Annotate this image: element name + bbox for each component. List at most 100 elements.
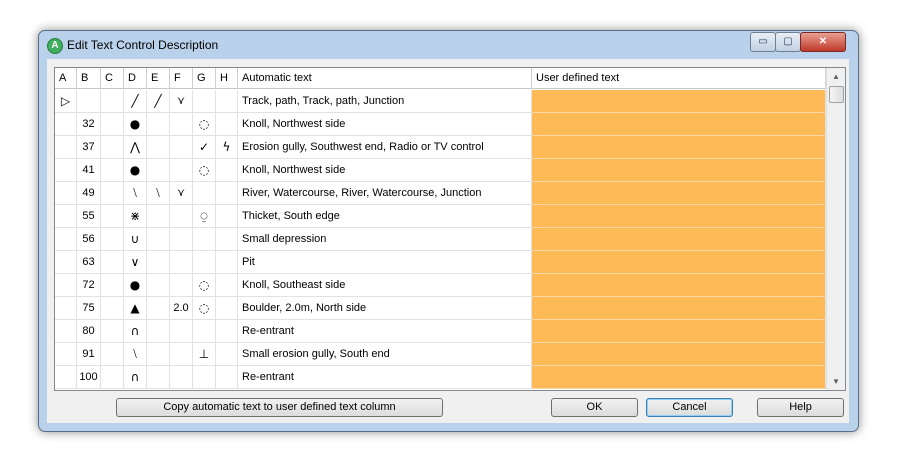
- table-row[interactable]: 37 ⋀ ✓ ϟ Erosion gully, Southwest end, Radio…: [55, 136, 826, 159]
- user-defined-text-cell[interactable]: [532, 366, 826, 389]
- column-h-cell: [216, 274, 238, 297]
- column-h-cell: [216, 90, 238, 113]
- user-defined-text-cell[interactable]: [532, 251, 826, 274]
- column-g-cell: ◌: [193, 297, 216, 320]
- column-c-cell: [101, 343, 124, 366]
- cancel-button[interactable]: Cancel: [646, 398, 733, 417]
- column-d-cell: ⧵: [124, 182, 147, 205]
- minimize-button[interactable]: ▭: [750, 32, 776, 52]
- column-h-cell: [216, 251, 238, 274]
- table-row[interactable]: 100 ∩ Re-entrant: [55, 366, 826, 389]
- table-row[interactable]: 63 ∨ Pit: [55, 251, 826, 274]
- column-header-h[interactable]: H: [216, 68, 238, 89]
- table-row[interactable]: 72 ● ◌ Knoll, Southeast side: [55, 274, 826, 297]
- table-row[interactable]: ▷ ╱ ╱ ⋎ Track, path, Track, path, Junction: [55, 90, 826, 113]
- column-header-c[interactable]: C: [101, 68, 124, 89]
- user-defined-text-cell[interactable]: [532, 182, 826, 205]
- column-h-cell: [216, 182, 238, 205]
- user-defined-text-cell[interactable]: [532, 136, 826, 159]
- column-f-cell: [170, 251, 193, 274]
- user-defined-text-cell[interactable]: [532, 113, 826, 136]
- column-h-cell: [216, 228, 238, 251]
- close-button[interactable]: ✕: [800, 32, 846, 52]
- column-f-cell: [170, 320, 193, 343]
- column-header-e[interactable]: E: [147, 68, 170, 89]
- column-b-cell: 100: [77, 366, 101, 389]
- column-a-cell: [55, 343, 77, 366]
- column-e-cell: ╱: [147, 90, 170, 113]
- column-b-cell: 56: [77, 228, 101, 251]
- dialog-window: A Edit Text Control Description ▭ ▢ ✕ AB…: [38, 30, 859, 432]
- user-defined-text-cell[interactable]: [532, 205, 826, 228]
- column-b-cell: 32: [77, 113, 101, 136]
- automatic-text-cell: Small depression: [238, 228, 532, 251]
- column-header-d[interactable]: D: [124, 68, 147, 89]
- scroll-up-icon[interactable]: ▲: [827, 68, 845, 85]
- column-d-cell: ▲: [124, 297, 147, 320]
- column-header-user-defined-text[interactable]: User defined text: [532, 68, 826, 89]
- scroll-down-icon[interactable]: ▼: [827, 373, 845, 390]
- column-f-cell: ⋎: [170, 90, 193, 113]
- automatic-text-cell: Track, path, Track, path, Junction: [238, 90, 532, 113]
- table-row[interactable]: 56 ∪ Small depression: [55, 228, 826, 251]
- column-d-cell: ●: [124, 159, 147, 182]
- table-row[interactable]: 75 ▲ 2.0 ◌ Boulder, 2.0m, North side: [55, 297, 826, 320]
- column-b-cell: 37: [77, 136, 101, 159]
- copy-automatic-text-button[interactable]: Copy automatic text to user defined text…: [116, 398, 443, 417]
- automatic-text-cell: Erosion gully, Southwest end, Radio or T…: [238, 136, 532, 159]
- column-c-cell: [101, 320, 124, 343]
- column-a-cell: [55, 205, 77, 228]
- table-row[interactable]: 32 ● ◌ Knoll, Northwest side: [55, 113, 826, 136]
- column-header-f[interactable]: F: [170, 68, 193, 89]
- user-defined-text-cell[interactable]: [532, 297, 826, 320]
- user-defined-text-cell[interactable]: [532, 343, 826, 366]
- maximize-button[interactable]: ▢: [775, 32, 801, 52]
- user-defined-text-cell[interactable]: [532, 320, 826, 343]
- column-header-a[interactable]: A: [55, 68, 77, 89]
- table-row[interactable]: 55 ⋇ ⍜ Thicket, South edge: [55, 205, 826, 228]
- column-d-cell: ╱: [124, 90, 147, 113]
- column-header-automatic-text[interactable]: Automatic text: [238, 68, 532, 89]
- column-g-cell: [193, 251, 216, 274]
- column-d-cell: ⋀: [124, 136, 147, 159]
- column-f-cell: [170, 113, 193, 136]
- help-button[interactable]: Help: [757, 398, 844, 417]
- table-row[interactable]: 41 ● ◌ Knoll, Northwest side: [55, 159, 826, 182]
- user-defined-text-cell[interactable]: [532, 274, 826, 297]
- ok-button[interactable]: OK: [551, 398, 638, 417]
- column-a-cell: [55, 251, 77, 274]
- app-icon: A: [47, 38, 63, 54]
- user-defined-text-cell[interactable]: [532, 159, 826, 182]
- user-defined-text-cell[interactable]: [532, 90, 826, 113]
- column-b-cell: [77, 90, 101, 113]
- column-d-cell: ∩: [124, 320, 147, 343]
- column-a-cell: [55, 274, 77, 297]
- scroll-thumb[interactable]: [829, 86, 844, 103]
- column-h-cell: [216, 366, 238, 389]
- vertical-scrollbar[interactable]: ▲ ▼: [826, 68, 845, 390]
- column-c-cell: [101, 182, 124, 205]
- column-b-cell: 49: [77, 182, 101, 205]
- column-header-g[interactable]: G: [193, 68, 216, 89]
- column-h-cell: [216, 205, 238, 228]
- column-c-cell: [101, 90, 124, 113]
- table-row[interactable]: 49 ⧵ ⧵ ⋎ River, Watercourse, River, Watercou…: [55, 182, 826, 205]
- column-c-cell: [101, 205, 124, 228]
- column-g-cell: ⊥: [193, 343, 216, 366]
- table-row[interactable]: 80 ∩ Re-entrant: [55, 320, 826, 343]
- column-header-b[interactable]: B: [77, 68, 101, 89]
- column-c-cell: [101, 159, 124, 182]
- automatic-text-cell: Small erosion gully, South end: [238, 343, 532, 366]
- column-f-cell: [170, 366, 193, 389]
- column-e-cell: [147, 366, 170, 389]
- title-bar[interactable]: A Edit Text Control Description ▭ ▢ ✕: [39, 31, 858, 59]
- column-g-cell: ◌: [193, 159, 216, 182]
- control-description-grid[interactable]: A B C D E F G H Automatic text User defined text …: [54, 67, 846, 391]
- column-g-cell: [193, 182, 216, 205]
- column-h-cell: [216, 320, 238, 343]
- column-d-cell: ∩: [124, 366, 147, 389]
- column-f-cell: [170, 159, 193, 182]
- table-row[interactable]: 91 ⧵ ⊥ Small erosion gully, South end: [55, 343, 826, 366]
- column-g-cell: [193, 228, 216, 251]
- user-defined-text-cell[interactable]: [532, 228, 826, 251]
